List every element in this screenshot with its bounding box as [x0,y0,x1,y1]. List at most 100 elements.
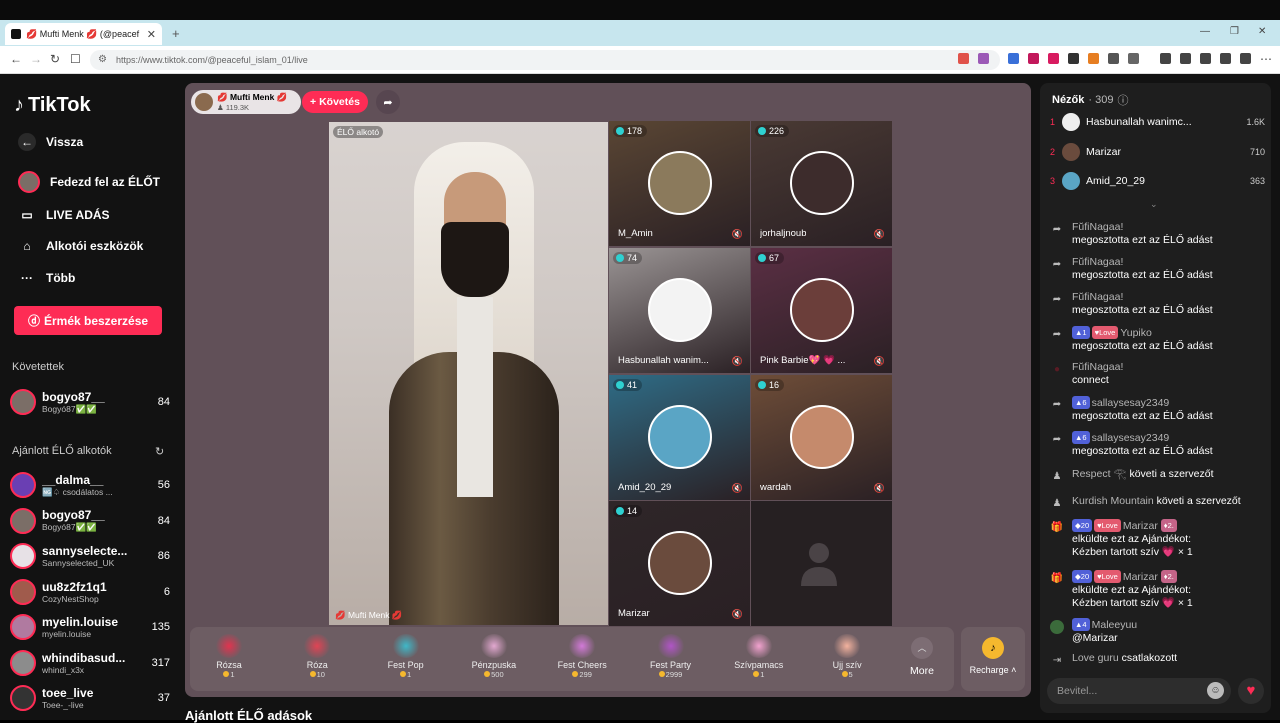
more-gifts-button[interactable]: ︿ More [898,632,946,688]
gift-message[interactable]: 🎁 ◆20 ♥Love Marizar ♦2. elküldte ezt az Aján… [1050,519,1265,559]
viewer-count: 84 [157,514,170,527]
suggested-account[interactable]: whindibasud... whindi_x3x 317 [10,648,170,678]
wallet-icon[interactable] [1200,53,1211,64]
gift-item[interactable]: Pénzpuska 500 [459,632,529,690]
extension-k-icon[interactable] [1028,53,1039,64]
guest-tile[interactable]: 178 M_Amin 🔇 [609,121,750,246]
forward-icon[interactable]: → [30,52,42,66]
nav-creator-tools[interactable]: ⌂ Alkotói eszközök [18,237,143,255]
viewers-header[interactable]: Nézők · 309 ⓘ [1052,92,1128,108]
guest-tile[interactable]: 41 Amid_20_29 🔇 [609,375,750,500]
host-info[interactable]: 💋 Mufti Menk 💋 ♟ 119.3K [191,90,301,114]
extensions-puzzle-icon[interactable] [1108,53,1119,64]
gift-item[interactable]: Róza 10 [282,632,352,690]
gift-item[interactable]: Fest Cheers 299 [547,632,617,690]
avatar [10,649,36,676]
chat-message[interactable]: ● FŭfiNagaa! connect [1050,361,1265,387]
new-tab-icon[interactable]: + [172,26,180,41]
extension-shield-icon[interactable] [958,53,969,64]
chat-message[interactable]: ➦ ▲6 sallaysesay2349 megosztotta ezt az ÉLŐ… [1050,431,1265,458]
follow-message[interactable]: ♟ Respect 𓂀 követi a szervezőt [1050,468,1265,482]
host-video[interactable]: ÉLŐ alkotó 💋 Mufti Menk 💋 [329,122,608,625]
shield-icon[interactable] [1240,53,1251,64]
url-field[interactable]: ⚙ https://www.tiktok.com/@peaceful_islam… [90,50,1000,70]
menu-dots-icon[interactable]: ⋯ [1260,52,1272,66]
viewer-name: Marizar [1086,145,1122,158]
suggested-account[interactable]: bogyo87__ Bogyó87✅✅ 84 [10,506,170,536]
back-icon[interactable]: ← [10,52,22,66]
guest-tile[interactable]: 67 Pink Barbie💖 💗 ... 🔇 [751,248,892,373]
recharge-button[interactable]: ♪ Recharge ˄ [961,627,1025,691]
extension-triangle-icon[interactable] [978,53,989,64]
gift-item[interactable]: Szívpamacs 1 [724,632,794,690]
guest-tile[interactable]: 14 Marizar 🔇 [609,501,750,626]
nav-live[interactable]: ▭ LIVE ADÁS [18,206,109,224]
suggested-account[interactable]: __dalma__ 🆖♤ csodálatos ... 56 [10,470,170,500]
nav-explore-live[interactable]: Fedezd fel az ÉLŐT [18,171,160,193]
site-info-icon[interactable]: ⚙ [98,54,107,65]
maximize-icon[interactable]: ❐ [1230,26,1239,37]
gift-message[interactable]: 🎁 ◆20 ♥Love Marizar ♦2. elküldte ezt az Aján… [1050,570,1265,610]
gift-item[interactable]: Fest Pop 1 [371,632,441,690]
extension-color-icon[interactable] [1088,53,1099,64]
top-viewer-row[interactable]: 2 Marizar 710 [1050,140,1265,164]
gift-item[interactable]: Rózsa 1 [194,632,264,690]
refresh-icon[interactable]: ↻ [155,445,164,458]
chat-message[interactable]: ➦ FŭfiNagaa! megosztotta ezt az ÉLŐ adást [1050,221,1265,247]
chat-message[interactable]: ➦ ▲6 sallaysesay2349 megosztotta ezt az ÉLŐ… [1050,396,1265,423]
suggested-account[interactable]: toee_live Toee-_-live 37 [10,683,170,713]
share-icon[interactable]: ➦ [376,90,400,114]
following-account[interactable]: bogyo87__ Bogyó87✅✅ 84 [10,387,170,417]
chevron-down-icon[interactable]: ⌄ [1150,199,1158,210]
guest-tile[interactable]: 16 wardah 🔇 [751,375,892,500]
extension-translate-icon[interactable] [1008,53,1019,64]
gift-item[interactable]: Fest Party 2999 [636,632,706,690]
chat-username: Maleeyuu [1091,619,1138,631]
gift-price: 1 [194,670,264,679]
get-coins-button[interactable]: ⓓ Érmék beszerzése [14,306,162,335]
chat-input[interactable]: Bevitel... [1047,678,1231,704]
gift-item[interactable]: Ujj szív 5 [812,632,882,690]
chat-message[interactable]: ▲4 Maleeyuu @Marizar [1050,618,1265,645]
close-window-icon[interactable]: ✕ [1258,26,1266,37]
chat-message[interactable]: ➦ ▲1 ♥Love Yupiko megosztotta ezt az ÉLŐ adá… [1050,326,1265,353]
suggested-account[interactable]: myelin.louise myelin.louise 135 [10,612,170,642]
chat-message[interactable]: ➦ FŭfiNagaa! megosztotta ezt az ÉLŐ adást [1050,291,1265,317]
chat-message[interactable]: ➦ FŭfiNagaa! megosztotta ezt az ÉLŐ adást [1050,256,1265,282]
suggested-account[interactable]: uu8z2fz1q1 CozyNestShop 6 [10,577,170,607]
extension-gpt-icon[interactable] [1068,53,1079,64]
join-message[interactable]: ⇥ Love guru csatlakozott [1050,652,1265,666]
extension-box-icon[interactable] [1128,53,1139,64]
avatar [1062,113,1080,131]
minimize-icon[interactable]: — [1200,26,1210,37]
gift-price: 2999 [636,670,706,679]
nav-more[interactable]: ··· Több [18,269,75,287]
top-viewer-row[interactable]: 1 Hasbunallah wanimc... 1.6K [1050,110,1265,134]
top-viewer-row[interactable]: 3 Amid_20_29 363 [1050,169,1265,193]
gift-name: Fest Cheers [557,660,607,670]
person-placeholder-icon [801,543,837,586]
emoji-icon[interactable]: ☺ [1207,682,1224,699]
follow-button[interactable]: + Követés [302,91,368,113]
info-icon[interactable]: ⓘ [1117,92,1128,108]
follow-message[interactable]: ♟ Kurdish Mountain követi a szervezőt [1050,495,1265,509]
like-heart-icon[interactable]: ♥ [1238,678,1264,704]
empty-guest-slot[interactable] [751,501,892,626]
chat-text: connect [1072,374,1109,386]
tiktok-logo[interactable]: ♪ TikTok [14,94,91,117]
close-tab-icon[interactable]: ✕ [147,28,156,41]
guest-tile[interactable]: 74 Hasbunallah wanim... 🔇 [609,248,750,373]
copilot-icon[interactable] [1220,53,1231,64]
sidebar-toggle-icon[interactable] [1180,53,1191,64]
bookmark-icon[interactable]: ☐ [70,52,81,66]
viewer-dot-icon [758,381,766,389]
nav-back[interactable]: ← Vissza [18,133,83,151]
gift-price: 1 [724,670,794,679]
extension-hls-icon[interactable] [1048,53,1059,64]
reload-icon[interactable]: ↻ [50,52,60,66]
media-icon[interactable] [1160,53,1171,64]
guest-tile[interactable]: 226 jorhaljnoub 🔇 [751,121,892,246]
suggested-account[interactable]: sannyselecte... Sannyselected_UK 86 [10,541,170,571]
chat-username: Marizar [1122,571,1158,583]
browser-tab[interactable]: 💋 Mufti Menk 💋 (@peacef ✕ [5,23,162,45]
